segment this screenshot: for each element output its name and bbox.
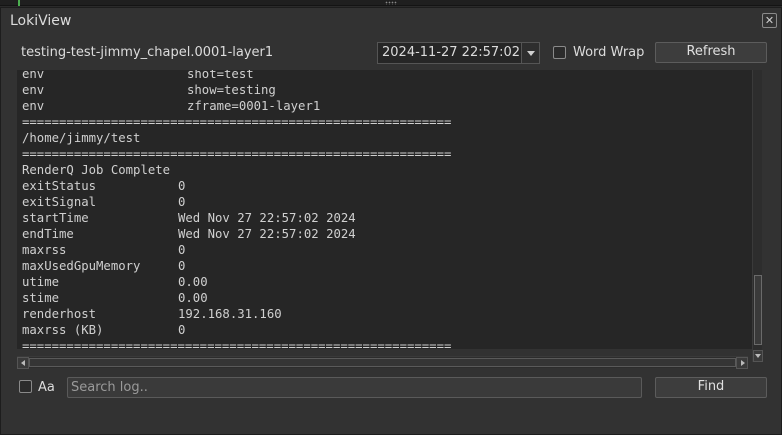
log-line: maxUsedGpuMemory 0 [22, 258, 451, 274]
log-line: utime 0.00 [22, 274, 451, 290]
log-value: 0.00 [178, 275, 208, 289]
log-key: env [22, 99, 45, 113]
log-key: exitSignal [22, 195, 97, 209]
date-select-value: 2024-11-27 22:57:02 [382, 45, 521, 60]
log-line: exitStatus 0 [22, 178, 451, 194]
top-strip [0, 0, 782, 6]
log-key: /home/jimmy/test [22, 131, 141, 145]
log-value: 192.168.31.160 [178, 307, 282, 321]
title-bar[interactable]: LokiView ✕ [1, 8, 781, 36]
log-line: maxrss 0 [22, 242, 451, 258]
window-title: LokiView [10, 13, 72, 29]
activity-marker [18, 0, 20, 6]
log-key: env [22, 70, 45, 81]
job-name-label: testing-test-jimmy_chapel.0001-layer1 [21, 45, 274, 60]
log-line: exitSignal 0 [22, 194, 451, 210]
vertical-scroll-thumb[interactable] [754, 275, 762, 345]
log-value: 0.00 [178, 291, 208, 305]
log-line: env zframe=0001-layer1 [22, 98, 451, 114]
log-line: env shot=test [22, 70, 451, 82]
chevron-down-icon[interactable] [521, 43, 539, 63]
log-value: Wed Nov 27 22:57:02 2024 [178, 211, 356, 225]
log-key: ========================================… [22, 147, 452, 161]
log-line: stime 0.00 [22, 290, 451, 306]
log-line: ========================================… [22, 146, 451, 162]
log-line: ========================================… [22, 114, 451, 130]
log-key: ========================================… [22, 115, 452, 129]
log-value: 0 [178, 195, 186, 209]
word-wrap-checkbox[interactable] [553, 46, 566, 59]
search-input[interactable] [67, 377, 642, 398]
log-value: 0 [178, 323, 186, 337]
log-value: show=testing [187, 83, 276, 97]
scroll-left-icon[interactable] [17, 357, 29, 369]
log-key: utime [22, 275, 60, 289]
log-key: ========================================… [22, 339, 452, 349]
match-case-label[interactable]: Aa [38, 380, 55, 395]
header-bar: testing-test-jimmy_chapel.0001-layer1 20… [1, 40, 781, 66]
log-value: 0 [178, 179, 186, 193]
log-key: stime [22, 291, 60, 305]
log-value: 0 [178, 243, 186, 257]
close-icon[interactable]: ✕ [762, 13, 777, 28]
log-key: RenderQ Job Complete [22, 163, 171, 177]
log-value: Wed Nov 27 22:57:02 2024 [178, 227, 356, 241]
drag-handle-icon[interactable] [385, 1, 397, 5]
log-key: maxrss (KB) [22, 323, 104, 337]
log-line: renderhost 192.168.31.160 [22, 306, 451, 322]
horizontal-scroll-thumb[interactable] [29, 358, 736, 367]
horizontal-scrollbar[interactable] [17, 356, 748, 369]
find-button[interactable]: Find [655, 377, 767, 398]
refresh-button[interactable]: Refresh [655, 42, 767, 63]
log-line: /home/jimmy/test [22, 130, 451, 146]
lokiview-window: LokiView ✕ testing-test-jimmy_chapel.000… [0, 7, 782, 435]
scroll-down-icon[interactable] [753, 350, 763, 362]
log-key: exitStatus [22, 179, 97, 193]
log-line: RenderQ Job Complete [22, 162, 451, 178]
log-key: renderhost [22, 307, 97, 321]
log-key: maxrss [22, 243, 67, 257]
scroll-right-icon[interactable] [736, 357, 748, 369]
log-key: maxUsedGpuMemory [22, 259, 141, 273]
log-lines: env shot=test env show=testing env zframe=000… [22, 70, 451, 349]
log-line: startTime Wed Nov 27 22:57:02 2024 [22, 210, 451, 226]
vertical-scrollbar[interactable] [752, 70, 763, 362]
log-line: endTime Wed Nov 27 22:57:02 2024 [22, 226, 451, 242]
match-case-checkbox[interactable] [19, 380, 32, 393]
log-key: endTime [22, 227, 74, 241]
log-line: ========================================… [22, 338, 451, 349]
word-wrap-label[interactable]: Word Wrap [573, 45, 644, 60]
log-value: shot=test [187, 70, 254, 81]
log-key: startTime [22, 211, 89, 225]
log-view[interactable]: env shot=test env show=testing env zframe=000… [17, 70, 752, 349]
date-select[interactable]: 2024-11-27 22:57:02 [377, 42, 540, 64]
log-key: env [22, 83, 45, 97]
log-value: 0 [178, 259, 186, 273]
log-line: env show=testing [22, 82, 451, 98]
log-value: zframe=0001-layer1 [187, 99, 321, 113]
log-line: maxrss (KB) 0 [22, 322, 451, 338]
